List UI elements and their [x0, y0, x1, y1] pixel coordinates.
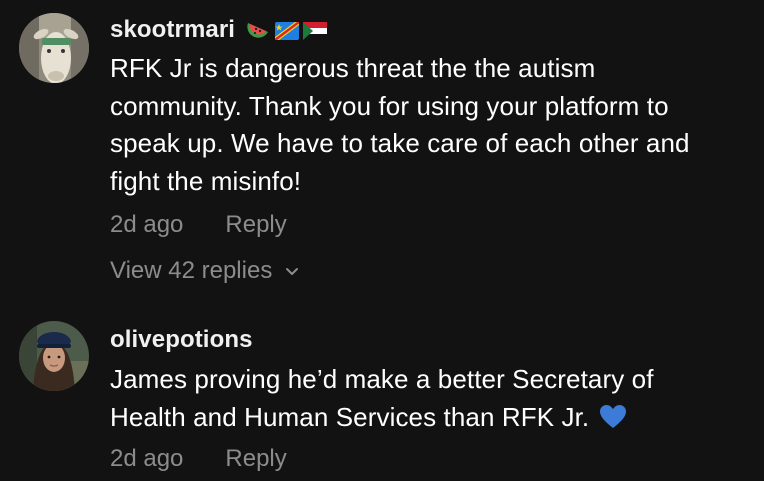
timestamp: 2d ago — [110, 211, 184, 238]
avatar[interactable] — [19, 321, 89, 391]
person-avatar-image — [19, 321, 89, 391]
reply-button[interactable]: Reply — [225, 445, 286, 473]
view-replies-button[interactable]: View 42 replies — [110, 256, 300, 286]
avatar[interactable] — [19, 13, 89, 83]
reply-button[interactable]: Reply — [225, 211, 286, 239]
sudan-flag-icon — [303, 22, 327, 40]
username[interactable]: olivepotions — [110, 326, 253, 354]
comment-text: RFK Jr is dangerous threat the the autis… — [110, 53, 690, 196]
blue-heart-icon — [600, 404, 627, 428]
chevron-down-icon — [286, 268, 299, 275]
dr-congo-flag-icon — [275, 22, 299, 40]
view-replies-label: View 42 replies — [110, 257, 273, 284]
comment-meta: 2d ago Reply — [110, 444, 287, 474]
user-flair — [245, 16, 327, 46]
username[interactable]: skootrmari — [110, 16, 235, 44]
goat-avatar-image — [19, 13, 89, 83]
watermelon-icon — [247, 23, 268, 38]
comment-meta: 2d ago Reply — [110, 210, 287, 240]
comment-text-content: James proving he’d make a better Secreta… — [110, 364, 654, 432]
timestamp: 2d ago — [110, 445, 184, 472]
comment-text: James proving he’d make a better Secreta… — [110, 361, 762, 436]
